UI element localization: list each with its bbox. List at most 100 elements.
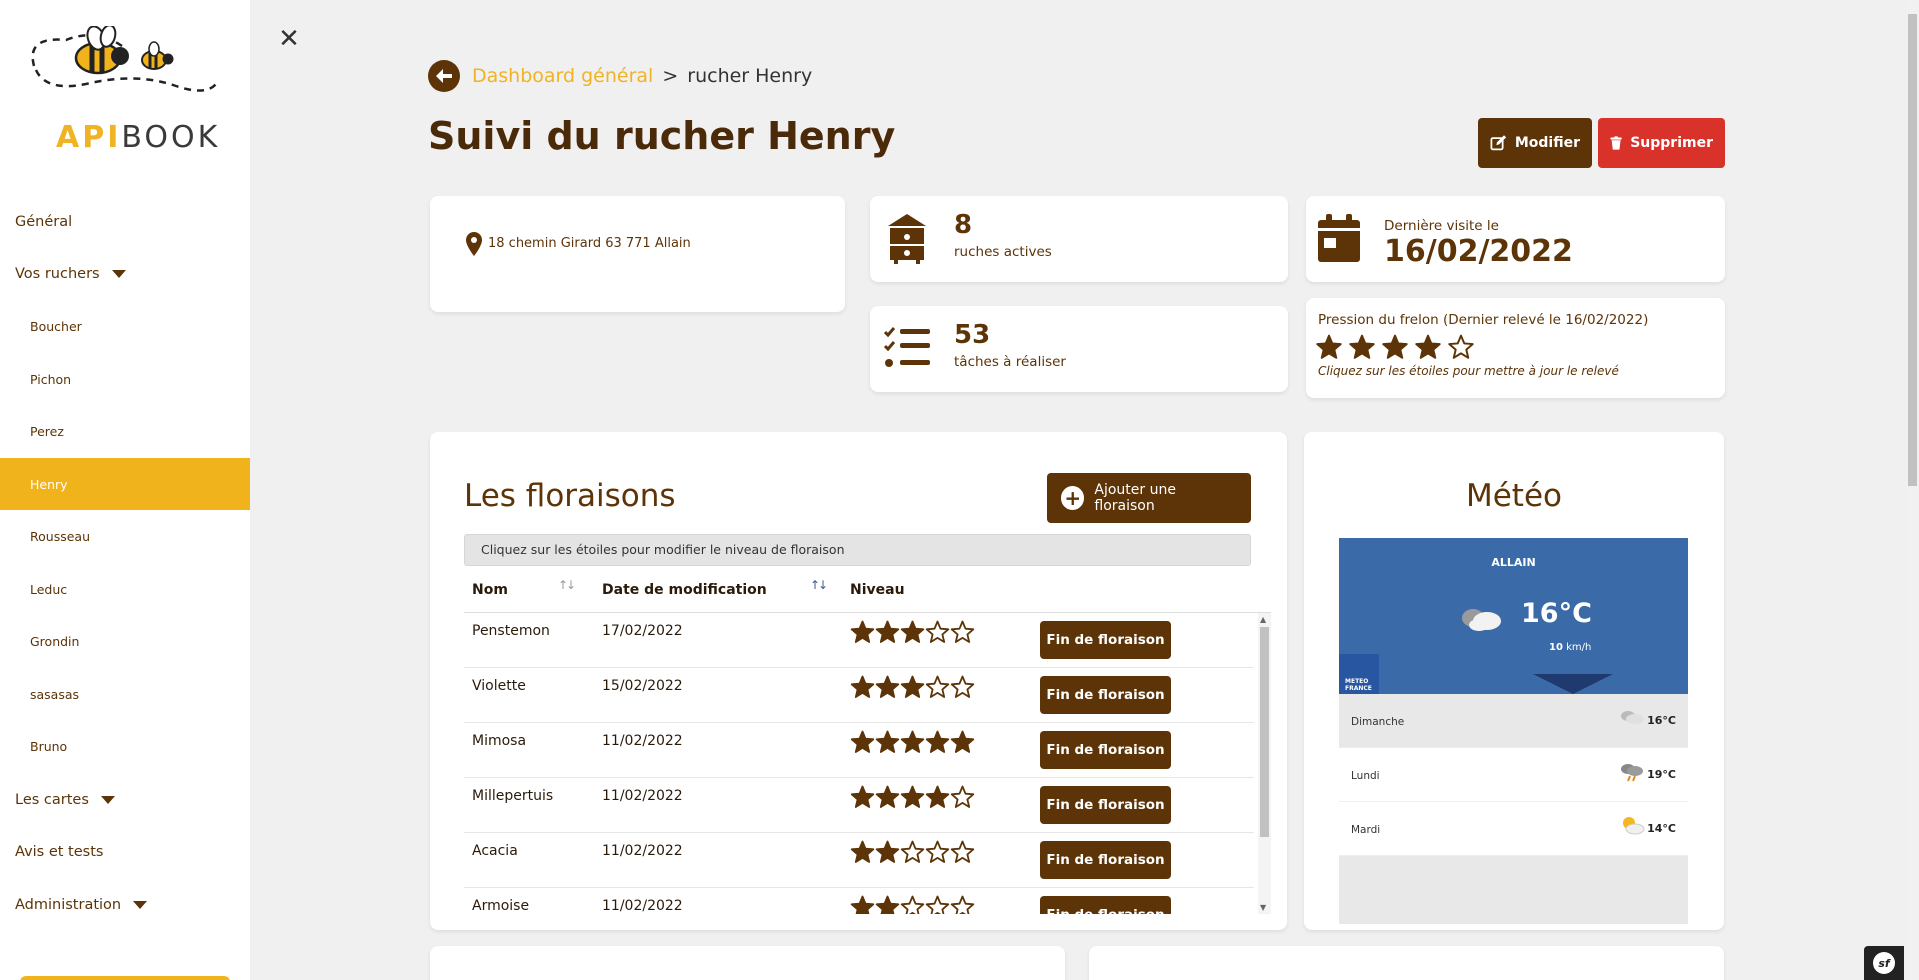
star-filled-icon[interactable]: [875, 730, 900, 754]
column-header-date[interactable]: Date de modification: [602, 582, 767, 598]
end-floraison-button[interactable]: Fin de floraison: [1040, 896, 1171, 914]
sidebar-item-grondin[interactable]: Grondin: [0, 615, 250, 667]
sidebar-item-pichon[interactable]: Pichon: [0, 353, 250, 405]
sidebar-item-avis-et-tests[interactable]: Avis et tests: [0, 826, 250, 878]
meteo-france-logo[interactable]: METEO FRANCE: [1339, 654, 1379, 694]
floraisons-hint: Cliquez sur les étoiles pour modifier le…: [464, 534, 1251, 566]
modify-label: Modifier: [1514, 135, 1580, 151]
star-filled-icon[interactable]: [850, 840, 875, 864]
star-filled-icon[interactable]: [850, 620, 875, 644]
star-filled-icon[interactable]: [850, 730, 875, 754]
star-empty-icon[interactable]: [1448, 334, 1474, 360]
floraison-name: Millepertuis: [472, 788, 554, 804]
page-scrollbar[interactable]: [1906, 0, 1919, 980]
star-filled-icon[interactable]: [900, 675, 925, 699]
star-filled-icon[interactable]: [875, 785, 900, 809]
star-empty-icon[interactable]: [925, 620, 950, 644]
back-arrow-icon[interactable]: [428, 60, 460, 92]
star-filled-icon[interactable]: [1316, 334, 1342, 360]
cloudy-icon: [1462, 609, 1501, 631]
end-floraison-button[interactable]: Fin de floraison: [1040, 731, 1171, 769]
sidebar-item-administration[interactable]: Administration: [0, 879, 250, 931]
star-filled-icon[interactable]: [900, 730, 925, 754]
sidebar-item-henry[interactable]: Henry: [0, 458, 250, 510]
sidebar-item-label: Henry: [30, 476, 68, 492]
sidebar-item-les-cartes[interactable]: Les cartes: [0, 774, 250, 826]
end-floraison-button[interactable]: Fin de floraison: [1040, 621, 1171, 659]
plus-circle-icon: +: [1061, 486, 1085, 510]
star-filled-icon[interactable]: [1349, 334, 1375, 360]
table-row: Violette 15/02/2022 Fin de floraison: [464, 668, 1254, 723]
star-empty-icon[interactable]: [900, 840, 925, 864]
end-floraison-button[interactable]: Fin de floraison: [1040, 841, 1171, 879]
sidebar-item-g-n-ral[interactable]: Général: [0, 196, 250, 248]
meteo-card: Météo ALLAIN 16°C 10 km/h METEO FRANCE D…: [1304, 432, 1724, 930]
end-floraison-button[interactable]: Fin de floraison: [1040, 676, 1171, 714]
star-empty-icon[interactable]: [950, 895, 975, 914]
star-filled-icon[interactable]: [875, 840, 900, 864]
star-filled-icon[interactable]: [925, 785, 950, 809]
floraison-date: 15/02/2022: [602, 678, 683, 694]
sidebar-item-boucher[interactable]: Boucher: [0, 300, 250, 352]
star-filled-icon[interactable]: [875, 675, 900, 699]
sidebar-item-label: Pichon: [30, 371, 72, 387]
breadcrumb-dashboard-link[interactable]: Dashboard général: [472, 65, 653, 87]
sidebar-item-bruno[interactable]: Bruno: [0, 720, 250, 772]
sidebar-item-rousseau[interactable]: Rousseau: [0, 510, 250, 562]
star-filled-icon[interactable]: [1382, 334, 1408, 360]
add-floraison-button[interactable]: + Ajouter une floraison: [1047, 473, 1251, 523]
floraison-level-stars[interactable]: [850, 840, 975, 864]
forecast-day-name: Mardi: [1351, 824, 1381, 836]
bee-logo-icon: [31, 24, 217, 92]
sidebar-item-vos-ruchers[interactable]: Vos ruchers: [0, 248, 250, 300]
hornet-pressure-stars[interactable]: [1316, 334, 1481, 360]
table-scrollbar-thumb[interactable]: [1260, 627, 1269, 837]
star-empty-icon[interactable]: [900, 895, 925, 914]
sidebar-item-leduc[interactable]: Leduc: [0, 563, 250, 615]
star-empty-icon[interactable]: [925, 675, 950, 699]
star-filled-icon[interactable]: [850, 785, 875, 809]
sidebar-item-sasasas[interactable]: sasasas: [0, 668, 250, 720]
star-empty-icon[interactable]: [950, 785, 975, 809]
delete-button[interactable]: Supprimer: [1598, 118, 1725, 168]
floraison-level-stars[interactable]: [850, 620, 975, 644]
logo-wordmark: APIBOOK: [56, 120, 220, 155]
star-filled-icon[interactable]: [925, 730, 950, 754]
sort-icon[interactable]: ↑↓: [558, 578, 576, 592]
floraison-level-stars[interactable]: [850, 730, 975, 754]
floraison-level-stars[interactable]: [850, 895, 975, 914]
meteo-forecast-day: Lundi 19°C: [1339, 748, 1688, 802]
star-filled-icon[interactable]: [875, 620, 900, 644]
star-filled-icon[interactable]: [900, 620, 925, 644]
star-empty-icon[interactable]: [950, 620, 975, 644]
floraison-level-stars[interactable]: [850, 785, 975, 809]
sort-desc-icon[interactable]: ↑↓: [810, 578, 828, 592]
close-sidebar-icon[interactable]: ✕: [278, 26, 300, 52]
star-filled-icon[interactable]: [1415, 334, 1441, 360]
star-filled-icon[interactable]: [950, 730, 975, 754]
scroll-down-icon[interactable]: ▼: [1260, 903, 1266, 912]
column-header-level: Niveau: [850, 582, 905, 598]
symfony-toolbar-toggle[interactable]: sf: [1864, 946, 1904, 980]
apibook-logo[interactable]: APIBOOK: [26, 24, 226, 155]
star-empty-icon[interactable]: [925, 895, 950, 914]
table-scrollbar[interactable]: ▲ ▼: [1258, 613, 1271, 914]
page-scrollbar-thumb[interactable]: [1908, 14, 1917, 486]
star-empty-icon[interactable]: [925, 840, 950, 864]
star-filled-icon[interactable]: [900, 785, 925, 809]
star-filled-icon[interactable]: [850, 895, 875, 914]
modify-button[interactable]: Modifier: [1478, 118, 1592, 168]
sidebar-item-perez[interactable]: Perez: [0, 405, 250, 457]
sidebar-bottom-button[interactable]: [20, 976, 230, 980]
star-empty-icon[interactable]: [950, 840, 975, 864]
bottom-right-card: [1089, 946, 1724, 980]
meteo-city: ALLAIN: [1491, 556, 1536, 569]
floraison-level-stars[interactable]: [850, 675, 975, 699]
meteo-wind-unit: km/h: [1562, 642, 1592, 653]
column-header-name[interactable]: Nom: [472, 582, 508, 598]
scroll-up-icon[interactable]: ▲: [1260, 615, 1266, 624]
star-empty-icon[interactable]: [950, 675, 975, 699]
star-filled-icon[interactable]: [875, 895, 900, 914]
star-filled-icon[interactable]: [850, 675, 875, 699]
end-floraison-button[interactable]: Fin de floraison: [1040, 786, 1171, 824]
